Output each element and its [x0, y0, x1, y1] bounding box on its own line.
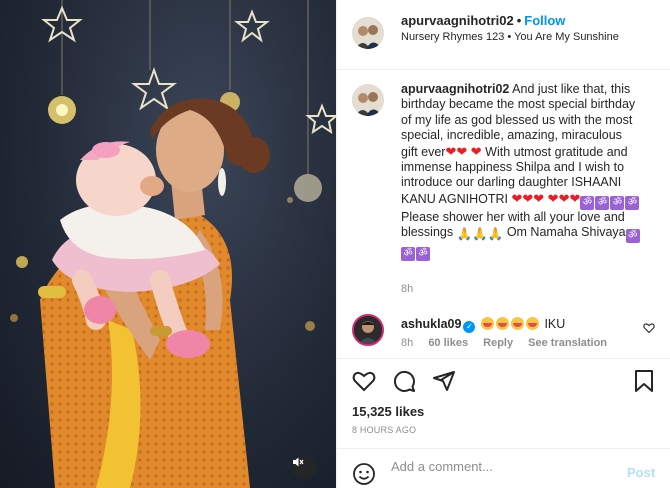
om-emoji: ॐ — [610, 195, 625, 210]
folded-hands-emoji: 🙏 — [456, 227, 473, 242]
caption-text: apurvaagnihotri02 And just like that, th… — [401, 82, 641, 262]
like-count[interactable]: 15,325 likes — [352, 404, 424, 419]
avatar[interactable] — [352, 17, 384, 49]
heart-emoji: ❤ — [456, 143, 468, 159]
heart-emoji: ❤ — [445, 143, 457, 159]
smiling-face-emoji — [525, 317, 539, 330]
comment-avatar[interactable] — [352, 314, 384, 346]
audio-track-link[interactable]: Nursery Rhymes 123 • You Are My Sunshine — [401, 31, 641, 43]
comment-meta: 8h 60 likes Reply See translation — [401, 337, 619, 349]
comment-row: ashukla09 ✓ IKU 8h 60 likes Reply See tra… — [337, 310, 670, 360]
separator-dot: • — [516, 13, 522, 28]
om-emoji: ॐ — [401, 247, 415, 262]
om-emoji: ॐ — [416, 247, 430, 262]
om-emoji: ॐ — [625, 195, 640, 210]
post-comment-button[interactable]: Post — [627, 465, 655, 480]
folded-hands-emoji: 🙏 — [472, 227, 488, 242]
share-icon[interactable] — [432, 369, 456, 393]
heart-icon[interactable] — [352, 369, 376, 393]
comment-text: ashukla09 ✓ IKU — [401, 317, 565, 333]
see-translation-button[interactable]: See translation — [528, 337, 607, 349]
verified-badge-icon: ✓ — [463, 321, 476, 333]
caption-part-4: Om Namaha Shivaya — [506, 225, 626, 240]
bookmark-icon[interactable] — [633, 369, 655, 393]
smiling-face-emoji — [510, 317, 524, 330]
om-emoji: ॐ — [580, 195, 595, 210]
heart-emoji: ❤ — [470, 143, 482, 159]
follow-button[interactable]: Follow — [524, 13, 565, 28]
action-bar — [337, 358, 670, 394]
post-header: apurvaagnihotri02 • Follow Nursery Rhymes … — [337, 0, 670, 70]
comment-username[interactable]: ashukla09 — [401, 317, 461, 331]
comment-time[interactable]: 8h — [401, 337, 413, 349]
om-emoji: ॐ — [625, 229, 640, 244]
avatar-image — [352, 84, 384, 116]
folded-hands-emoji: 🙏 — [487, 227, 504, 242]
muted-speaker-icon — [293, 457, 304, 467]
heart-emoji: ❤ — [511, 190, 523, 206]
caption-timestamp[interactable]: 8h — [401, 283, 413, 295]
post-photo[interactable] — [0, 0, 336, 488]
mute-button[interactable] — [292, 456, 316, 480]
smiling-face-emoji — [480, 317, 494, 330]
heart-emoji: ❤ — [569, 190, 581, 206]
post-timestamp[interactable]: 8 HOURS AGO — [352, 425, 416, 435]
caption-username[interactable]: apurvaagnihotri02 — [401, 82, 509, 96]
avatar-image — [352, 17, 384, 49]
heart-emoji: ❤ — [547, 190, 559, 206]
instagram-post-modal: apurvaagnihotri02 • Follow Nursery Rhymes … — [0, 0, 670, 488]
header-username[interactable]: apurvaagnihotri02 — [401, 13, 514, 28]
comment-icon[interactable] — [392, 369, 416, 393]
avatar-image — [354, 316, 382, 344]
add-comment-bar: Post — [337, 448, 670, 488]
heart-emoji: ❤ — [533, 190, 545, 206]
emoji-icon[interactable] — [352, 462, 376, 486]
smiling-face-emoji — [495, 317, 509, 330]
om-emoji: ॐ — [595, 195, 610, 210]
comment-body: IKU — [544, 317, 566, 331]
post-sidebar: apurvaagnihotri02 • Follow Nursery Rhymes … — [336, 0, 670, 488]
comment-likes[interactable]: 60 likes — [428, 337, 468, 349]
heart-emoji: ❤ — [558, 190, 570, 206]
comment-input[interactable] — [391, 459, 611, 474]
caption-avatar[interactable] — [352, 84, 384, 116]
comment-like-heart-icon[interactable] — [643, 322, 655, 334]
heart-emoji: ❤ — [522, 190, 534, 206]
comment-reply-button[interactable]: Reply — [483, 337, 513, 349]
photo-illustration — [10, 0, 336, 488]
